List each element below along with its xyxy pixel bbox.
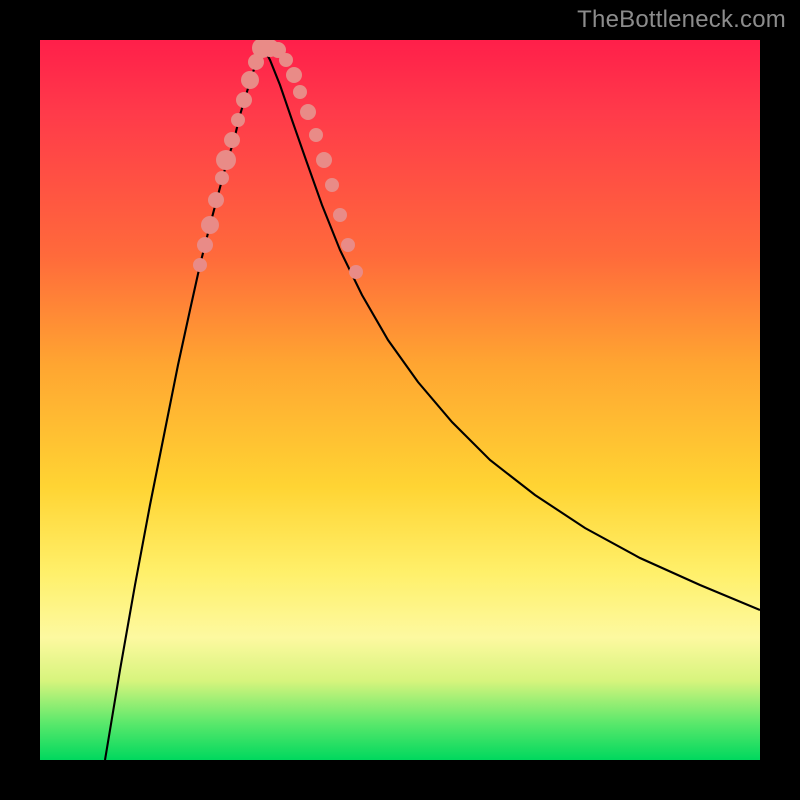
scatter-dot <box>215 171 229 185</box>
scatter-dot <box>341 238 355 252</box>
scatter-dot <box>286 67 302 83</box>
scatter-dot <box>333 208 347 222</box>
scatter-dot <box>216 150 236 170</box>
chart-svg <box>40 40 760 760</box>
scatter-dot <box>231 113 245 127</box>
scatter-dot <box>241 71 259 89</box>
right-curve <box>262 45 760 610</box>
scatter-dot <box>197 237 213 253</box>
plot-area <box>40 40 760 760</box>
scatter-dot <box>300 104 316 120</box>
scatter-dot <box>208 192 224 208</box>
scatter-dot <box>224 132 240 148</box>
scatter-dot <box>325 178 339 192</box>
scatter-dot <box>293 85 307 99</box>
chart-frame: TheBottleneck.com <box>0 0 800 800</box>
scatter-dot <box>279 53 293 67</box>
scatter-dot <box>193 258 207 272</box>
scatter-dot <box>236 92 252 108</box>
left-curve <box>105 45 262 760</box>
scatter-dot <box>316 152 332 168</box>
scatter-dot <box>309 128 323 142</box>
scatter-dot <box>201 216 219 234</box>
scatter-dot <box>349 265 363 279</box>
watermark-text: TheBottleneck.com <box>577 6 786 34</box>
